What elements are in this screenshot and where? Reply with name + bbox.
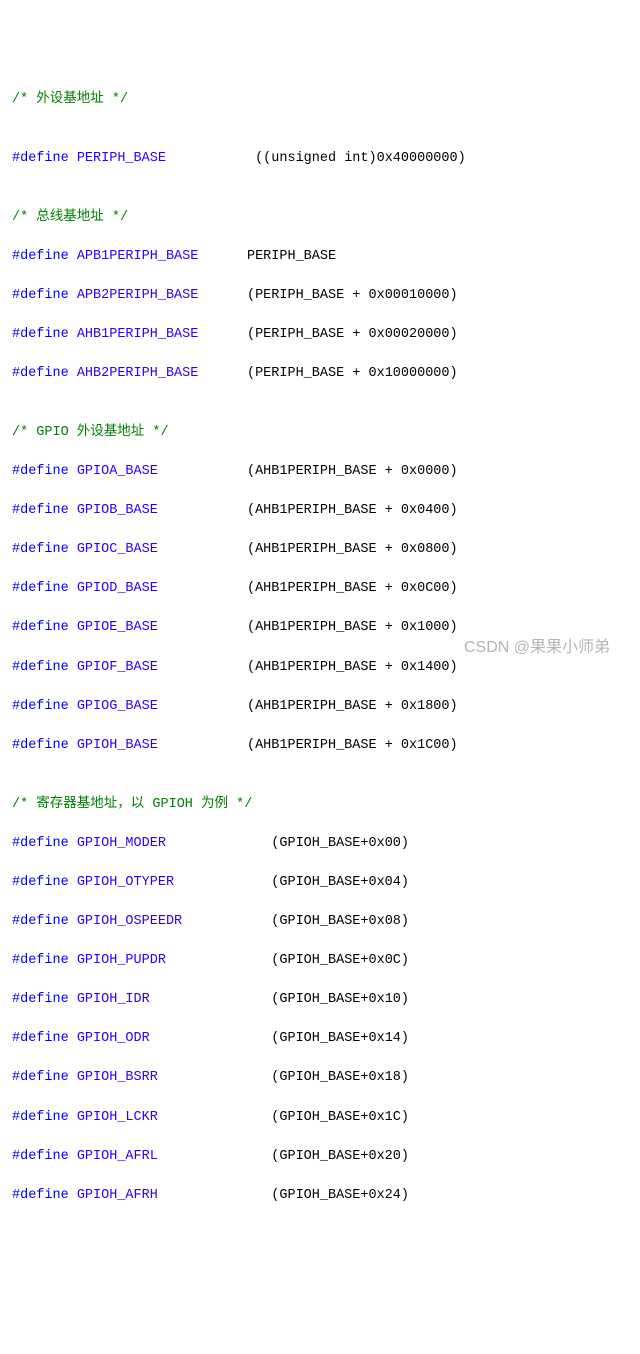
macro-expr: (AHB1PERIPH_BASE + 0x1C00) <box>247 738 458 753</box>
pad <box>166 836 271 851</box>
macro-expr: (AHB1PERIPH_BASE + 0x0800) <box>247 542 458 557</box>
define-kw: #define <box>12 288 69 303</box>
macro-name: GPIOC_BASE <box>77 542 158 557</box>
macro-expr: (PERIPH_BASE + 0x00020000) <box>247 327 458 342</box>
pad <box>158 660 247 675</box>
macro-name: APB2PERIPH_BASE <box>77 288 199 303</box>
macro-name: GPIOB_BASE <box>77 503 158 518</box>
define-kw: #define <box>12 503 69 518</box>
macro-name: GPIOH_MODER <box>77 836 166 851</box>
define-kw: #define <box>12 620 69 635</box>
macro-name: GPIOH_AFRL <box>77 1149 158 1164</box>
macro-expr: (AHB1PERIPH_BASE + 0x1000) <box>247 620 458 635</box>
define-kw: #define <box>12 738 69 753</box>
comment-peripheral-base: /* 外设基地址 */ <box>12 92 128 107</box>
define-kw: #define <box>12 366 69 381</box>
pad <box>158 1110 271 1125</box>
macro-name: GPIOH_PUPDR <box>77 953 166 968</box>
pad <box>158 542 247 557</box>
macro-expr: (GPIOH_BASE+0x08) <box>271 914 409 929</box>
define-kw: #define <box>12 327 69 342</box>
macro-name: GPIOH_BASE <box>77 738 158 753</box>
watermark-text: CSDN @果果小师弟 <box>464 636 610 659</box>
define-kw: #define <box>12 1188 69 1203</box>
macro-name: APB1PERIPH_BASE <box>77 249 199 264</box>
macro-expr: (GPIOH_BASE+0x18) <box>271 1070 409 1085</box>
define-kw: #define <box>12 699 69 714</box>
define-kw: #define <box>12 1110 69 1125</box>
macro-expr: PERIPH_BASE <box>247 249 336 264</box>
macro-expr: (GPIOH_BASE+0x10) <box>271 992 409 1007</box>
macro-expr: (GPIOH_BASE+0x14) <box>271 1031 409 1046</box>
define-kw: #define <box>12 875 69 890</box>
pad <box>158 1149 271 1164</box>
pad <box>150 992 272 1007</box>
pad <box>150 1031 272 1046</box>
define-kw: #define <box>12 464 69 479</box>
define-kw: #define <box>12 1070 69 1085</box>
macro-expr: (AHB1PERIPH_BASE + 0x0C00) <box>247 581 458 596</box>
define-kw: #define <box>12 581 69 596</box>
define-kw: #define <box>12 151 69 166</box>
pad <box>158 620 247 635</box>
pad <box>158 1070 271 1085</box>
macro-expr: (GPIOH_BASE+0x1C) <box>271 1110 409 1125</box>
pad <box>158 464 247 479</box>
pad <box>158 738 247 753</box>
comment-gpio-base: /* GPIO 外设基地址 */ <box>12 425 169 440</box>
macro-expr: (GPIOH_BASE+0x0C) <box>271 953 409 968</box>
macro-name: GPIOH_ODR <box>77 1031 150 1046</box>
define-kw: #define <box>12 1149 69 1164</box>
macro-name: GPIOH_LCKR <box>77 1110 158 1125</box>
pad <box>158 503 247 518</box>
pad <box>182 914 271 929</box>
macro-expr: (GPIOH_BASE+0x00) <box>271 836 409 851</box>
define-kw: #define <box>12 914 69 929</box>
macro-expr: (AHB1PERIPH_BASE + 0x0400) <box>247 503 458 518</box>
pad <box>158 581 247 596</box>
macro-expr: (AHB1PERIPH_BASE + 0x1400) <box>247 660 458 675</box>
pad <box>158 699 247 714</box>
pad <box>198 366 247 381</box>
macro-name: GPIOH_AFRH <box>77 1188 158 1203</box>
macro-name: AHB2PERIPH_BASE <box>77 366 199 381</box>
macro-name: GPIOG_BASE <box>77 699 158 714</box>
pad <box>198 288 247 303</box>
comment-bus-base: /* 总线基地址 */ <box>12 210 128 225</box>
define-kw: #define <box>12 953 69 968</box>
macro-name: GPIOA_BASE <box>77 464 158 479</box>
macro-name: GPIOF_BASE <box>77 660 158 675</box>
macro-name: GPIOD_BASE <box>77 581 158 596</box>
macro-name: GPIOE_BASE <box>77 620 158 635</box>
define-kw: #define <box>12 992 69 1007</box>
macro-name: GPIOH_BSRR <box>77 1070 158 1085</box>
macro-expr: (GPIOH_BASE+0x04) <box>271 875 409 890</box>
pad <box>158 1188 271 1203</box>
macro-name: PERIPH_BASE <box>77 151 166 166</box>
macro-expr: (GPIOH_BASE+0x24) <box>271 1188 409 1203</box>
macro-name: GPIOH_IDR <box>77 992 150 1007</box>
macro-name: GPIOH_OSPEEDR <box>77 914 182 929</box>
macro-expr: (AHB1PERIPH_BASE + 0x0000) <box>247 464 458 479</box>
comment-register-base: /* 寄存器基地址，以 GPIOH 为例 */ <box>12 797 252 812</box>
define-kw: #define <box>12 542 69 557</box>
pad <box>198 327 247 342</box>
define-kw: #define <box>12 1031 69 1046</box>
pad <box>166 953 271 968</box>
macro-expr: (GPIOH_BASE+0x20) <box>271 1149 409 1164</box>
pad <box>166 151 255 166</box>
define-kw: #define <box>12 836 69 851</box>
macro-name: AHB1PERIPH_BASE <box>77 327 199 342</box>
macro-expr: (PERIPH_BASE + 0x00010000) <box>247 288 458 303</box>
define-kw: #define <box>12 660 69 675</box>
macro-expr: ((unsigned int)0x40000000) <box>255 151 466 166</box>
macro-name: GPIOH_OTYPER <box>77 875 174 890</box>
define-kw: #define <box>12 249 69 264</box>
macro-expr: (PERIPH_BASE + 0x10000000) <box>247 366 458 381</box>
macro-expr: (AHB1PERIPH_BASE + 0x1800) <box>247 699 458 714</box>
pad <box>174 875 271 890</box>
pad <box>198 249 247 264</box>
